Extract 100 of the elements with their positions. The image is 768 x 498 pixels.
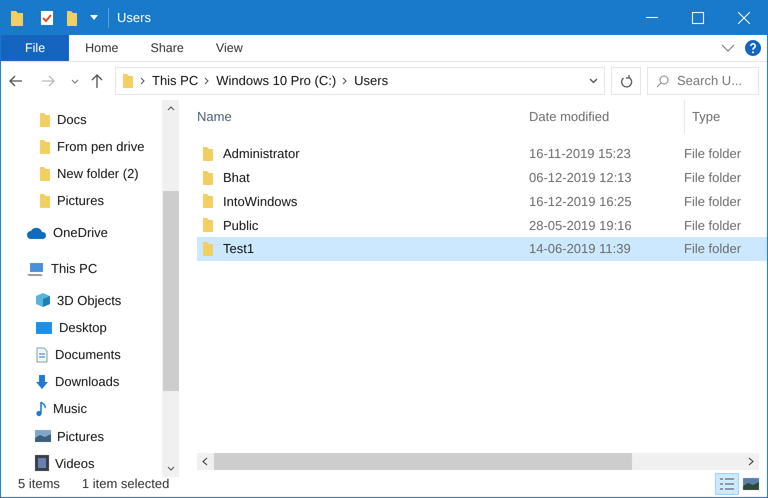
date-cell-text: 28-05-2019 19:16 bbox=[529, 216, 633, 235]
cloud-icon bbox=[27, 226, 47, 239]
sidebar-label: Docs bbox=[57, 110, 87, 129]
item-count: 5 items bbox=[18, 474, 60, 493]
refresh-button[interactable] bbox=[611, 67, 641, 95]
date-cell-text: 16-11-2019 15:23 bbox=[529, 145, 632, 164]
search-icon bbox=[656, 74, 669, 88]
file-row[interactable]: Bhat 06-12-2019 12:13 File folder bbox=[197, 166, 767, 190]
sidebar-item[interactable]: Downloads bbox=[1, 368, 162, 396]
folder-icon bbox=[39, 138, 51, 155]
chevron-right-icon[interactable] bbox=[342, 77, 348, 85]
sidebar-label: Desktop bbox=[59, 318, 107, 337]
sidebar-label: 3D Objects bbox=[57, 292, 122, 310]
address-bar[interactable]: This PC Windows 10 Pro (C:) Users bbox=[115, 67, 605, 95]
file-row[interactable]: Public 28-05-2019 19:16 File folder bbox=[197, 213, 767, 238]
scroll-down-icon[interactable] bbox=[166, 466, 174, 472]
selection-count: 1 item selected bbox=[82, 474, 170, 493]
folder-icon bbox=[202, 193, 214, 210]
download-icon bbox=[35, 374, 49, 390]
folder-icon bbox=[39, 166, 51, 182]
folder-icon bbox=[202, 146, 214, 162]
chevron-down-icon[interactable] bbox=[71, 78, 79, 84]
up-icon[interactable] bbox=[91, 74, 103, 88]
folder-icon[interactable] bbox=[10, 9, 24, 27]
ribbon-tab[interactable]: File bbox=[1, 35, 70, 61]
dropdown-icon[interactable] bbox=[90, 15, 98, 21]
chevron-right-icon[interactable] bbox=[204, 77, 210, 85]
column-header[interactable]: Date modified bbox=[529, 107, 684, 127]
type-cell-text: File folder bbox=[684, 145, 742, 164]
ribbon-tab[interactable]: View bbox=[200, 35, 259, 61]
date-cell-text: 06-12-2019 12:13 bbox=[529, 168, 633, 187]
sidebar-item[interactable]: New folder (2) bbox=[1, 160, 162, 188]
sidebar-label: From pen drive bbox=[57, 138, 144, 156]
sidebar-item[interactable]: Docs bbox=[1, 106, 162, 134]
file-row[interactable]: Administrator 16-11-2019 15:23 File folder bbox=[197, 142, 767, 166]
file-name: Administrator bbox=[223, 145, 300, 164]
search-field[interactable]: Search U... bbox=[647, 67, 759, 95]
column-header[interactable]: Type bbox=[684, 100, 720, 134]
music-note-icon bbox=[35, 401, 47, 418]
sidebar-item[interactable]: Pictures bbox=[1, 422, 162, 450]
folder-icon bbox=[122, 73, 134, 89]
date-cell-text: 14-06-2019 11:39 bbox=[529, 240, 632, 258]
window-title: Users bbox=[108, 8, 151, 28]
scrollbar-thumb[interactable] bbox=[162, 191, 178, 391]
sidebar-item[interactable]: Videos bbox=[1, 450, 162, 478]
sidebar-item[interactable]: From pen drive bbox=[1, 133, 162, 160]
close-icon[interactable] bbox=[738, 12, 750, 24]
sidebar-label: Pictures bbox=[57, 192, 104, 210]
landscape-icon[interactable] bbox=[743, 478, 759, 490]
chevron-right-icon[interactable] bbox=[140, 77, 146, 85]
scroll-up-icon[interactable] bbox=[166, 106, 174, 111]
back-icon[interactable] bbox=[9, 75, 23, 87]
sidebar-label: OneDrive bbox=[53, 224, 108, 242]
document-icon bbox=[35, 346, 49, 363]
breadcrumb[interactable]: This PC bbox=[152, 71, 198, 91]
folder-icon bbox=[39, 193, 51, 210]
sidebar-item[interactable]: Pictures bbox=[1, 188, 162, 215]
computer-icon bbox=[27, 262, 45, 276]
folder-icon bbox=[202, 217, 214, 234]
maximize-icon[interactable] bbox=[692, 12, 704, 24]
sidebar-label: Downloads bbox=[55, 373, 120, 392]
breadcrumb[interactable]: Users bbox=[354, 71, 388, 91]
file-name: Test1 bbox=[223, 240, 254, 258]
sidebar-item[interactable]: Documents bbox=[1, 341, 162, 368]
sidebar-item[interactable]: Desktop bbox=[1, 314, 162, 342]
scrollbar-thumb[interactable] bbox=[214, 453, 632, 470]
column-header[interactable]: Name bbox=[197, 107, 529, 127]
details-view-button[interactable] bbox=[715, 472, 739, 494]
folder-icon[interactable] bbox=[66, 9, 78, 27]
file-name: IntoWindows bbox=[223, 192, 298, 211]
refresh-icon bbox=[620, 74, 632, 88]
sidebar-item[interactable]: OneDrive bbox=[1, 214, 162, 251]
video-icon bbox=[35, 455, 49, 472]
sidebar-label: Music bbox=[53, 400, 87, 418]
sidebar-label: Videos bbox=[55, 454, 95, 473]
type-cell-text: File folder bbox=[684, 192, 742, 211]
breadcrumb[interactable]: Windows 10 Pro (C:) bbox=[216, 71, 336, 91]
type-cell-text: File folder bbox=[684, 168, 742, 187]
help-icon[interactable] bbox=[745, 40, 761, 56]
sidebar-label: This PC bbox=[51, 260, 98, 278]
type-cell-text: File folder bbox=[684, 240, 742, 258]
chevron-down-icon[interactable] bbox=[589, 78, 598, 84]
file-name: Bhat bbox=[223, 168, 250, 187]
sidebar-item[interactable]: 3D Objects bbox=[1, 286, 162, 314]
sidebar-label: New folder (2) bbox=[57, 165, 139, 184]
sidebar-item[interactable]: Music bbox=[1, 396, 162, 423]
file-row[interactable]: IntoWindows 16-12-2019 16:25 File folder bbox=[197, 190, 767, 214]
file-name: Public bbox=[223, 216, 258, 235]
ribbon-tab[interactable]: Home bbox=[69, 35, 134, 61]
picture-icon bbox=[35, 430, 51, 442]
expand-ribbon-icon[interactable] bbox=[721, 44, 735, 52]
sidebar-item[interactable]: This PC bbox=[1, 250, 162, 287]
minimize-icon[interactable] bbox=[646, 17, 658, 19]
sidebar-label: Documents bbox=[55, 346, 121, 364]
checkmark-icon[interactable] bbox=[40, 10, 54, 26]
file-row[interactable]: Test1 14-06-2019 11:39 File folder bbox=[197, 237, 767, 261]
folder-icon bbox=[202, 170, 214, 186]
ribbon-tab[interactable]: Share bbox=[134, 35, 200, 61]
sidebar-label: Pictures bbox=[57, 428, 104, 446]
type-cell-text: File folder bbox=[684, 216, 742, 235]
